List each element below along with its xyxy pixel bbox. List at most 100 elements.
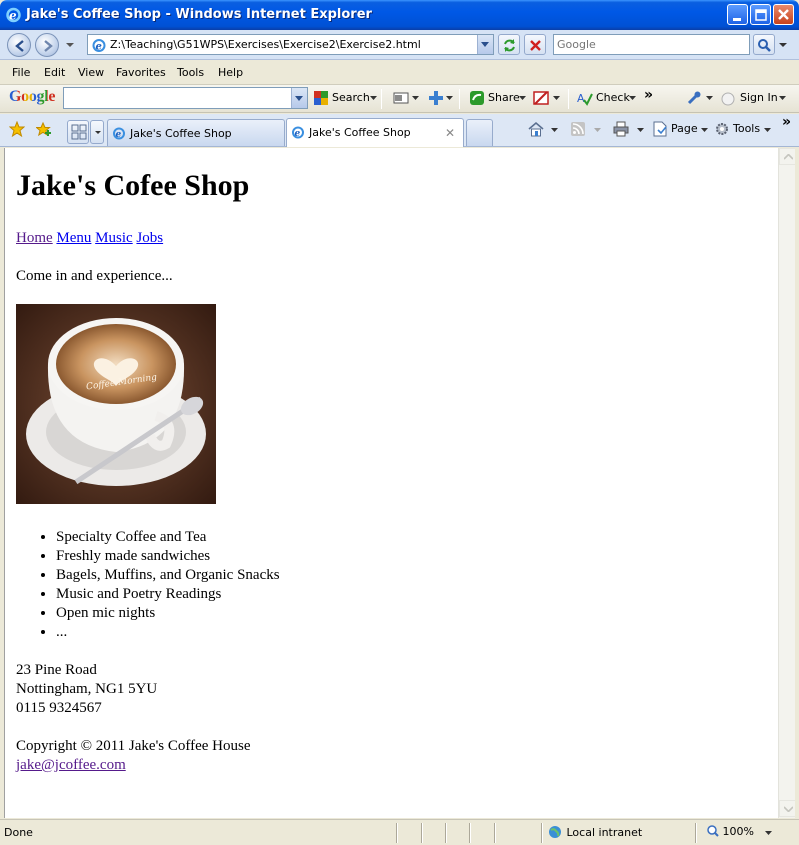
more-tools-button[interactable]: » (644, 87, 653, 103)
check-button[interactable]: Check (596, 91, 630, 104)
address-dropdown-button[interactable] (477, 35, 493, 54)
page-icon[interactable] (652, 121, 668, 137)
settings-chevron-down-icon[interactable] (706, 96, 713, 100)
popup-chevron-down-icon[interactable] (553, 96, 560, 100)
add-favorite-icon[interactable] (36, 121, 52, 137)
copyright-text: Copyright © 2011 Jake's Coffee House (16, 738, 251, 754)
tools-chevron-down-icon[interactable] (764, 128, 771, 132)
scroll-up-icon (784, 154, 793, 160)
search-input[interactable] (557, 36, 747, 53)
new-tab-button[interactable] (466, 119, 493, 146)
page-heading: Jake's Cofee Shop (16, 169, 250, 202)
forward-icon (44, 40, 53, 52)
google-search-button[interactable]: Search (332, 91, 370, 104)
email-link[interactable]: jake@jcoffee.com (16, 757, 126, 773)
tab-list-chevron-down-icon (95, 131, 101, 134)
menu-file[interactable]: File (12, 66, 30, 79)
add-chevron-down-icon[interactable] (446, 96, 453, 100)
contact-address: 23 Pine Road Nottingham, NG1 5YU 0115 93… (16, 661, 778, 718)
google-search-dropdown[interactable] (291, 88, 307, 108)
tools-gear-icon[interactable] (714, 121, 730, 137)
vertical-scrollbar[interactable] (778, 148, 796, 818)
menu-view[interactable]: View (78, 66, 104, 79)
close-button[interactable] (773, 4, 794, 25)
back-icon (15, 40, 24, 52)
address-url[interactable]: Z:\Teaching\G51WPS\Exercises\Exercise2\E… (110, 38, 421, 51)
quick-tabs-button[interactable] (67, 120, 89, 144)
check-chevron-down-icon[interactable] (629, 96, 636, 100)
address-line: Nottingham, NG1 5YU (16, 681, 158, 697)
tab-bar: e Jake's Coffee Shop e Jake's Coffee Sho… (0, 114, 799, 147)
nav-link-jobs[interactable]: Jobs (136, 230, 163, 246)
list-item: Freshly made sandwiches (56, 547, 778, 566)
nav-link-home[interactable]: Home (16, 230, 53, 246)
back-button[interactable] (7, 33, 31, 57)
forward-button[interactable] (35, 33, 59, 57)
site-nav: Home Menu Music Jobs (16, 229, 778, 247)
home-icon[interactable] (528, 121, 544, 137)
google-search-field[interactable] (63, 87, 308, 109)
pagerank-chevron-down-icon[interactable] (412, 96, 419, 100)
zoom-chevron-down-icon[interactable] (765, 831, 772, 835)
search-button[interactable] (753, 34, 775, 55)
menu-tools[interactable]: Tools (177, 66, 204, 79)
address-field[interactable]: e Z:\Teaching\G51WPS\Exercises\Exercise2… (87, 34, 494, 55)
list-item: Music and Poetry Readings (56, 585, 778, 604)
minimize-button[interactable] (727, 4, 748, 25)
tab-jakes-coffee-shop-2[interactable]: e Jake's Coffee Shop ✕ (286, 118, 464, 147)
footer: Copyright © 2011 Jake's Coffee House jak… (16, 737, 778, 775)
features-list: Specialty Coffee and Tea Freshly made sa… (16, 528, 778, 642)
page-viewport: Jake's Cofee Shop Home Menu Music Jobs C… (4, 148, 778, 818)
popup-blocker-icon[interactable] (533, 90, 549, 106)
share-button[interactable]: Share (488, 91, 520, 104)
menu-edit[interactable]: Edit (44, 66, 65, 79)
search-field[interactable] (553, 34, 750, 55)
share-icon[interactable] (469, 90, 485, 106)
security-zone[interactable]: Local intranet (547, 825, 642, 839)
search-options-chevron-down-icon[interactable] (779, 41, 787, 49)
nav-link-music[interactable]: Music (95, 230, 133, 246)
feeds-icon[interactable] (570, 121, 586, 137)
google-search-icon[interactable] (313, 90, 329, 106)
maximize-button[interactable] (750, 4, 771, 25)
search-chevron-down-icon[interactable] (370, 96, 377, 100)
zoom-control[interactable]: 100% (707, 825, 754, 838)
feeds-chevron-down-icon[interactable] (594, 128, 601, 132)
home-chevron-down-icon[interactable] (551, 128, 558, 132)
sign-in-avatar-icon[interactable] (720, 90, 736, 106)
tab-list-button[interactable] (90, 120, 104, 144)
recent-pages-chevron-down-icon[interactable] (66, 41, 74, 49)
window-frame (795, 148, 799, 818)
close-tab-icon[interactable]: ✕ (445, 126, 455, 140)
stop-button[interactable] (524, 34, 546, 55)
web-page: Jake's Cofee Shop Home Menu Music Jobs C… (5, 168, 778, 775)
page-chevron-down-icon[interactable] (701, 128, 708, 132)
status-text: Done (4, 826, 33, 839)
sign-in-chevron-down-icon[interactable] (779, 96, 786, 100)
print-chevron-down-icon[interactable] (637, 128, 644, 132)
scroll-up-button[interactable] (779, 148, 796, 165)
tab-jakes-coffee-shop-1[interactable]: e Jake's Coffee Shop (107, 119, 285, 146)
spell-check-icon[interactable]: A (577, 90, 593, 106)
page-menu-button[interactable]: Page (671, 122, 698, 135)
tools-menu-button[interactable]: Tools (733, 122, 760, 135)
sign-in-button[interactable]: Sign In (740, 91, 778, 104)
menu-help[interactable]: Help (218, 66, 243, 79)
scroll-down-icon (784, 806, 793, 812)
share-chevron-down-icon[interactable] (519, 96, 526, 100)
favorites-star-icon[interactable] (9, 121, 25, 137)
scroll-down-button[interactable] (779, 800, 796, 817)
more-commands-button[interactable]: » (782, 114, 791, 130)
print-icon[interactable] (613, 121, 629, 137)
status-separator (695, 823, 697, 843)
refresh-button[interactable] (498, 34, 520, 55)
status-separator (396, 823, 398, 843)
svg-text:e: e (116, 130, 122, 140)
menu-favorites[interactable]: Favorites (116, 66, 166, 79)
nav-link-menu[interactable]: Menu (56, 230, 91, 246)
page-rank-icon[interactable] (393, 90, 409, 106)
wrench-icon[interactable] (686, 90, 702, 106)
add-button-icon[interactable] (428, 90, 444, 106)
list-item: Open mic nights (56, 604, 778, 623)
intranet-globe-icon (549, 826, 561, 838)
